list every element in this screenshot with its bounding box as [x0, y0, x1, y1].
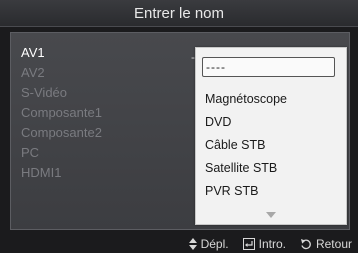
source-item-av1[interactable]: AV1 — [21, 43, 102, 63]
return-icon — [300, 238, 311, 249]
scroll-down-icon[interactable] — [196, 212, 346, 222]
move-hint-label: Dépl. — [200, 236, 229, 251]
back-hint: Retour — [300, 237, 352, 251]
source-item-av2[interactable]: AV2 — [21, 63, 102, 83]
dropdown-option[interactable]: Câble STB — [205, 134, 287, 157]
enter-hint-label: Intro. — [258, 236, 286, 251]
dropdown-option[interactable]: Magnétoscope — [205, 88, 287, 111]
source-item-pc[interactable]: PC — [21, 143, 102, 163]
move-hint: Dépl. — [188, 236, 229, 251]
enter-icon — [242, 237, 255, 250]
main-panel: AV1 AV2 S-Vidéo Composante1 Composante2 … — [10, 32, 350, 230]
dropdown-option[interactable]: Satellite STB — [205, 157, 287, 180]
dropdown-option[interactable]: DVD — [205, 111, 287, 134]
source-item-s-video[interactable]: S-Vidéo — [21, 83, 102, 103]
title-bar: Entrer le nom — [0, 0, 358, 27]
dropdown-options: Magnétoscope DVD Câble STB Satellite STB… — [205, 88, 287, 203]
name-dropdown[interactable]: ---- Magnétoscope DVD Câble STB Satellit… — [195, 47, 347, 225]
back-hint-label: Retour — [315, 236, 352, 251]
up-down-arrows-icon — [188, 237, 197, 250]
dropdown-option[interactable]: PVR STB — [205, 180, 287, 203]
source-item-composante2[interactable]: Composante2 — [21, 123, 102, 143]
source-list: AV1 AV2 S-Vidéo Composante1 Composante2 … — [21, 43, 102, 183]
footer-hints: Dépl. Intro. Retour — [0, 234, 358, 253]
dropdown-selected-option[interactable]: ---- — [202, 57, 335, 77]
source-item-hdmi1[interactable]: HDMI1 — [21, 163, 102, 183]
source-item-composante1[interactable]: Composante1 — [21, 103, 102, 123]
page-title: Entrer le nom — [133, 4, 225, 22]
enter-hint: Intro. — [242, 236, 286, 251]
osd-screen: Entrer le nom AV1 AV2 S-Vidéo Composante… — [0, 0, 358, 253]
